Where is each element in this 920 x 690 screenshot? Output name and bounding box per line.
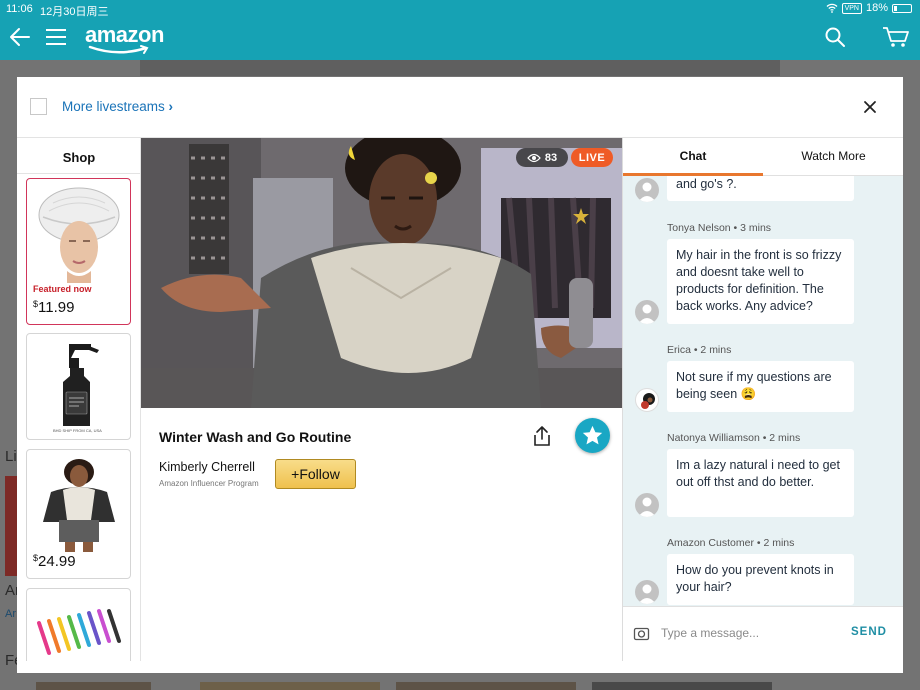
user-silhouette-icon bbox=[638, 497, 656, 517]
app-header: amazon bbox=[0, 18, 920, 60]
livestream-modal: More livestreams › Shop Featured now $11… bbox=[17, 77, 903, 673]
back-arrow-icon[interactable] bbox=[9, 26, 31, 48]
chat-panel: Chat Watch More and go's ?. Tonya Nelson… bbox=[622, 138, 903, 661]
product-card-shower-cap[interactable]: Featured now $11.99 bbox=[26, 178, 131, 325]
close-icon[interactable] bbox=[862, 99, 878, 115]
chevron-right-icon: › bbox=[168, 99, 174, 114]
background-thumb bbox=[592, 682, 772, 690]
product-price: $11.99 bbox=[33, 299, 74, 316]
send-button[interactable]: SEND bbox=[851, 626, 887, 638]
chat-message: and go's ?. bbox=[667, 176, 854, 201]
chat-message: Not sure if my questions are being seen … bbox=[667, 361, 854, 412]
vpn-badge: VPN bbox=[841, 2, 862, 14]
shop-panel: Shop Featured now $11.99 BHD SHIP FROM C… bbox=[17, 138, 141, 661]
status-date: 12月30日周三 bbox=[40, 6, 109, 18]
favorite-button[interactable] bbox=[575, 418, 610, 453]
background-heading: Li bbox=[5, 448, 17, 465]
chat-message-input[interactable] bbox=[661, 621, 841, 645]
eye-icon bbox=[527, 153, 541, 162]
status-time: 11:06 bbox=[6, 3, 33, 15]
user-silhouette-icon bbox=[638, 584, 656, 604]
viewer-count: 83 bbox=[544, 151, 558, 164]
avatar bbox=[635, 388, 659, 412]
chat-tabs: Chat Watch More bbox=[623, 138, 903, 176]
creator-program: Amazon Influencer Program bbox=[159, 479, 259, 488]
chat-sender: Tonya Nelson • 3 mins bbox=[667, 222, 772, 234]
chat-composer: SEND bbox=[623, 606, 903, 661]
divider bbox=[17, 173, 140, 174]
price-value: 11.99 bbox=[38, 299, 75, 316]
creator-name[interactable]: Kimberly Cherrell bbox=[159, 460, 255, 474]
amazon-smile-icon bbox=[88, 45, 149, 54]
chat-message: Im a lazy natural i need to get out off … bbox=[667, 449, 854, 517]
follow-button[interactable]: +Follow bbox=[275, 459, 356, 489]
star-icon bbox=[582, 425, 603, 445]
chat-message: How do you prevent knots in your hair? bbox=[667, 554, 854, 605]
camera-icon[interactable] bbox=[633, 625, 650, 642]
product-card-cape[interactable]: $24.99 bbox=[26, 449, 131, 579]
share-icon[interactable] bbox=[532, 425, 552, 447]
shop-title: Shop bbox=[62, 150, 96, 165]
avatar bbox=[635, 580, 659, 604]
background-tile bbox=[5, 476, 17, 576]
video-frame bbox=[141, 138, 622, 408]
product-price: $24.99 bbox=[33, 553, 76, 570]
product-image-spray-bottle bbox=[63, 344, 99, 426]
product-image-caption: BHD SHIP FROM CA, USA bbox=[53, 428, 102, 433]
tab-watch-more[interactable]: Watch More bbox=[763, 149, 903, 163]
user-silhouette-icon bbox=[638, 304, 656, 324]
wifi-icon bbox=[826, 3, 838, 13]
tab-chat[interactable]: Chat bbox=[623, 149, 763, 163]
background-banner bbox=[140, 60, 780, 76]
product-card-spray-bottle[interactable]: BHD SHIP FROM CA, USA bbox=[26, 333, 131, 440]
avatar bbox=[635, 493, 659, 517]
chat-message: My hair in the front is so frizzy and do… bbox=[667, 239, 854, 324]
live-badge: LIVE bbox=[571, 148, 613, 167]
product-card-hair-clips[interactable] bbox=[26, 588, 131, 661]
background-link: Ar bbox=[5, 608, 16, 620]
chat-messages: and go's ?. Tonya Nelson • 3 mins My hai… bbox=[623, 176, 903, 606]
viewer-count-badge: 83 bbox=[516, 148, 568, 167]
chat-sender: Natonya Williamson • 2 mins bbox=[667, 432, 801, 444]
user-photo-icon bbox=[641, 393, 655, 409]
battery-percent: 18% bbox=[865, 2, 888, 14]
background-thumb bbox=[396, 682, 576, 690]
product-image-shower-cap bbox=[38, 187, 120, 283]
avatar bbox=[635, 178, 659, 202]
product-image-cape bbox=[43, 459, 115, 552]
avatar bbox=[635, 300, 659, 324]
background-thumb bbox=[36, 682, 151, 690]
stream-title: Winter Wash and Go Routine bbox=[159, 429, 352, 445]
cart-icon[interactable] bbox=[882, 25, 910, 49]
user-silhouette-icon bbox=[638, 182, 656, 202]
stream-info: Winter Wash and Go Routine Kimberly Cher… bbox=[141, 408, 622, 661]
video-player[interactable]: 83 LIVE bbox=[141, 138, 622, 408]
more-livestreams-link[interactable]: More livestreams › bbox=[62, 99, 173, 114]
status-bar: 11:06 12月30日周三 VPN 18% bbox=[0, 0, 920, 18]
background-thumb bbox=[200, 682, 380, 690]
modal-checkbox[interactable] bbox=[30, 98, 47, 115]
battery-icon bbox=[892, 3, 912, 13]
price-value: 24.99 bbox=[38, 553, 76, 570]
status-indicators: VPN 18% bbox=[826, 2, 912, 14]
chat-sender: Amazon Customer • 2 mins bbox=[667, 537, 795, 549]
chat-sender: Erica • 2 mins bbox=[667, 344, 732, 356]
modal-header: More livestreams › bbox=[17, 77, 903, 138]
search-icon[interactable] bbox=[824, 26, 846, 48]
featured-badge: Featured now bbox=[33, 284, 92, 294]
hamburger-menu-icon[interactable] bbox=[45, 27, 67, 47]
more-livestreams-label: More livestreams bbox=[62, 99, 165, 114]
product-image-hair-clips bbox=[37, 609, 121, 655]
